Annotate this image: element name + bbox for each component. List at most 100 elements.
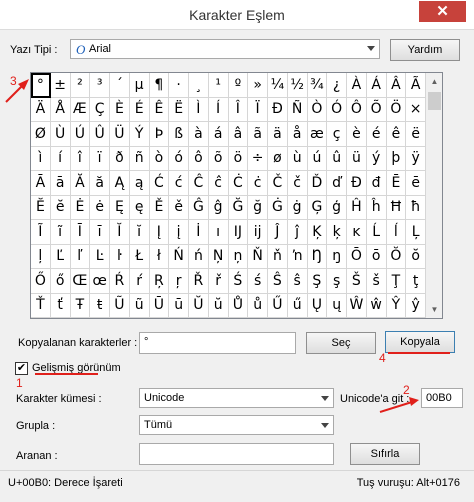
char-cell[interactable]: ¶: [149, 73, 170, 98]
char-cell[interactable]: Ā: [31, 171, 51, 196]
char-cell[interactable]: ð: [110, 146, 130, 171]
char-cell[interactable]: ď: [327, 171, 347, 196]
char-cell[interactable]: ŉ: [287, 244, 308, 269]
char-cell[interactable]: é: [366, 122, 387, 147]
char-cell[interactable]: Ť: [31, 293, 51, 318]
char-cell[interactable]: ´: [110, 73, 130, 98]
char-cell[interactable]: ý: [366, 146, 387, 171]
char-cell[interactable]: ũ: [129, 293, 150, 318]
char-cell[interactable]: Ū: [149, 293, 170, 318]
char-cell[interactable]: è: [347, 122, 367, 147]
char-cell[interactable]: ĳ: [248, 220, 268, 245]
char-cell[interactable]: Ĵ: [268, 220, 288, 245]
char-cell[interactable]: õ: [208, 146, 229, 171]
char-cell[interactable]: č: [287, 171, 308, 196]
char-cell[interactable]: ¸: [189, 73, 209, 98]
char-cell[interactable]: ú: [307, 146, 328, 171]
char-cell[interactable]: Ļ: [406, 220, 426, 245]
char-cell[interactable]: Ŭ: [189, 293, 209, 318]
char-cell[interactable]: ¼: [268, 73, 288, 98]
char-cell[interactable]: Î: [228, 97, 249, 122]
scroll-up-icon[interactable]: ▲: [426, 73, 443, 90]
char-cell[interactable]: ű: [287, 293, 308, 318]
char-cell[interactable]: Č: [268, 171, 288, 196]
char-cell[interactable]: å: [287, 122, 308, 147]
char-cell[interactable]: ĺ: [386, 220, 407, 245]
char-cell[interactable]: Ė: [70, 195, 91, 220]
char-cell[interactable]: ï: [90, 146, 110, 171]
char-cell[interactable]: ŀ: [110, 244, 130, 269]
char-cell[interactable]: ŝ: [287, 269, 308, 294]
char-cell[interactable]: Þ: [149, 122, 170, 147]
goto-unicode-input[interactable]: 00B0: [421, 388, 463, 408]
char-cell[interactable]: Ű: [268, 293, 288, 318]
char-cell[interactable]: ŗ: [169, 269, 189, 294]
char-cell[interactable]: Ğ: [228, 195, 249, 220]
char-cell[interactable]: ė: [90, 195, 110, 220]
advanced-view-checkbox[interactable]: ✔: [15, 362, 28, 375]
char-cell[interactable]: ū: [169, 293, 189, 318]
char-cell[interactable]: ĕ: [50, 195, 71, 220]
char-cell[interactable]: ĥ: [366, 195, 387, 220]
char-cell[interactable]: Ĥ: [347, 195, 367, 220]
char-cell[interactable]: ŵ: [366, 293, 387, 318]
char-cell[interactable]: ŭ: [208, 293, 229, 318]
char-cell[interactable]: ì: [31, 146, 51, 171]
char-cell[interactable]: Ģ: [307, 195, 328, 220]
group-dropdown[interactable]: Tümü: [139, 415, 334, 435]
char-cell[interactable]: æ: [307, 122, 328, 147]
char-cell[interactable]: ø: [268, 146, 288, 171]
char-cell[interactable]: ë: [406, 122, 426, 147]
char-cell[interactable]: ā: [50, 171, 71, 196]
char-cell[interactable]: Ä: [31, 97, 51, 122]
char-cell[interactable]: ×: [406, 97, 426, 122]
char-cell[interactable]: ĉ: [208, 171, 229, 196]
char-cell[interactable]: Ľ: [50, 244, 71, 269]
help-button[interactable]: Yardım: [390, 39, 460, 61]
char-cell[interactable]: Ń: [169, 244, 189, 269]
select-button[interactable]: Seç: [306, 332, 376, 354]
char-cell[interactable]: Ŀ: [90, 244, 110, 269]
char-cell[interactable]: Đ: [347, 171, 367, 196]
char-cell[interactable]: ņ: [228, 244, 249, 269]
char-cell[interactable]: Â: [386, 73, 407, 98]
char-cell[interactable]: Ī: [70, 220, 91, 245]
char-cell[interactable]: œ: [90, 269, 110, 294]
charset-dropdown[interactable]: Unicode: [139, 388, 334, 408]
char-cell[interactable]: ĝ: [208, 195, 229, 220]
char-cell[interactable]: É: [129, 97, 150, 122]
char-cell[interactable]: ŧ: [90, 293, 110, 318]
char-cell[interactable]: ċ: [248, 171, 268, 196]
char-cell[interactable]: Ŷ: [386, 293, 407, 318]
char-cell[interactable]: ü: [347, 146, 367, 171]
char-cell[interactable]: ľ: [70, 244, 91, 269]
char-cell[interactable]: ğ: [248, 195, 268, 220]
char-cell[interactable]: ă: [90, 171, 110, 196]
char-cell[interactable]: Ġ: [268, 195, 288, 220]
char-cell[interactable]: Ï: [248, 97, 268, 122]
char-cell[interactable]: Ŵ: [347, 293, 367, 318]
char-cell[interactable]: Ĕ: [31, 195, 51, 220]
char-cell[interactable]: Ð: [268, 97, 288, 122]
char-cell[interactable]: ţ: [406, 269, 426, 294]
char-cell[interactable]: Ŕ: [110, 269, 130, 294]
char-cell[interactable]: ť: [50, 293, 71, 318]
char-cell[interactable]: Ł: [129, 244, 150, 269]
char-cell[interactable]: Ċ: [228, 171, 249, 196]
char-cell[interactable]: ŕ: [129, 269, 150, 294]
char-cell[interactable]: ķ: [327, 220, 347, 245]
char-cell[interactable]: ħ: [406, 195, 426, 220]
char-cell[interactable]: ĵ: [287, 220, 308, 245]
char-cell[interactable]: Ĺ: [366, 220, 387, 245]
char-cell[interactable]: Ŋ: [307, 244, 328, 269]
char-cell[interactable]: Œ: [70, 269, 91, 294]
char-cell[interactable]: ō: [366, 244, 387, 269]
char-cell[interactable]: ň: [268, 244, 288, 269]
char-cell[interactable]: Ķ: [307, 220, 328, 245]
char-cell[interactable]: Ą: [110, 171, 130, 196]
char-cell[interactable]: ř: [208, 269, 229, 294]
char-cell[interactable]: ÷: [248, 146, 268, 171]
char-cell[interactable]: Į: [149, 220, 170, 245]
char-cell[interactable]: Å: [50, 97, 71, 122]
char-cell[interactable]: Ţ: [386, 269, 407, 294]
